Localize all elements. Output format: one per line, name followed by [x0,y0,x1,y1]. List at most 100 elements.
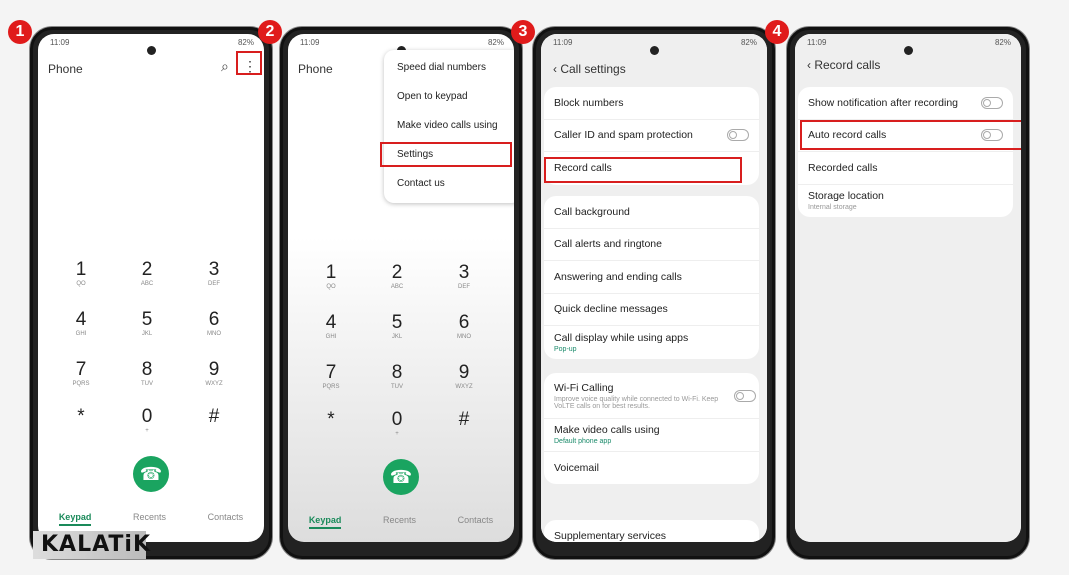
settings-row[interactable]: Voicemail [544,452,759,485]
key-0[interactable]: 0 + [127,406,167,434]
key-8[interactable]: 8 TUV [377,362,417,390]
menu-item[interactable]: Make video calls using [384,112,514,141]
key-*[interactable]: * [311,409,351,431]
row-subtitle: Internal storage [808,204,857,212]
key-digit: 0 [141,406,153,427]
bottom-tabs: Keypad Recents Contacts [38,512,264,526]
call-button[interactable]: ☎ [383,459,419,495]
key-digit: 2 [391,262,403,283]
key-2[interactable]: 2 ABC [377,262,417,290]
tab-keypad[interactable]: Keypad [308,515,342,529]
tab-keypad[interactable]: Keypad [58,512,92,526]
settings-row[interactable]: Storage location Internal storage [798,185,1013,218]
key-digit: 8 [141,359,153,380]
key-digit: 9 [208,359,220,380]
row-label: Answering and ending calls [554,270,682,283]
key-1[interactable]: 1 QO [61,259,101,287]
key-9[interactable]: 9 WXYZ [444,362,484,390]
settings-row[interactable]: Call background [544,196,759,229]
toggle-switch[interactable] [981,96,1003,109]
key-letters: JKL [141,331,153,337]
key-letters: MNO [457,334,471,340]
key-3[interactable]: 3 DEF [194,259,234,287]
key-5[interactable]: 5 JKL [377,312,417,340]
toggle-switch[interactable] [734,389,756,402]
key-letters: GHI [75,331,87,337]
tab-recents[interactable]: Recents [133,512,166,526]
settings-group: Call background Call alerts and ringtone A… [544,196,759,359]
settings-row[interactable]: Caller ID and spam protection [544,120,759,152]
kalatik-logo: KALATiK [33,531,150,559]
key-2[interactable]: 2 ABC [127,259,167,287]
phone-screen: 11:09 82% ‹ Record calls Show notification … [795,34,1021,542]
key-digit: 1 [325,262,337,283]
tab-contacts[interactable]: Contacts [208,512,244,526]
key-6[interactable]: 6 MNO [444,312,484,340]
key-digit: 7 [75,359,87,380]
key-7[interactable]: 7 PQRS [61,359,101,387]
key-digit: 3 [458,262,470,283]
key-digit: 4 [75,309,87,330]
tab-recents[interactable]: Recents [383,515,416,529]
menu-item[interactable]: Contact us [384,170,514,199]
row-text: Make video calls using Default phone app [554,424,660,445]
key-letters: WXYZ [205,381,223,387]
key-*[interactable]: * [61,406,101,428]
key-digit: 6 [208,309,220,330]
settings-row[interactable]: Call display while using apps Pop-up [544,326,759,359]
key-5[interactable]: 5 JKL [127,309,167,337]
settings-row[interactable]: Wi-Fi Calling Improve voice quality while… [544,373,759,419]
key-1[interactable]: 1 QO [311,262,351,290]
key-letters: + [145,428,149,434]
key-letters: QO [76,281,86,287]
key-letters: GHI [325,334,337,340]
settings-row[interactable]: Make video calls using Default phone app [544,419,759,452]
call-button[interactable]: ☎ [133,456,169,492]
key-4[interactable]: 4 GHI [311,312,351,340]
key-9[interactable]: 9 WXYZ [194,359,234,387]
phone-1: 11:09 82% Phone ⌕ ⋮ 1 QO 2 ABC 3 DEF 4 GHI 5 JKL 6 MNO 7 P… [30,27,272,559]
status-battery: 82% [487,38,504,47]
settings-row[interactable]: Call alerts and ringtone [544,229,759,261]
key-#[interactable]: # [194,406,234,428]
key-0[interactable]: 0 + [377,409,417,437]
settings-row[interactable]: Quick decline messages [544,294,759,326]
row-label: Make video calls using [554,424,660,437]
settings-row[interactable]: Show notification after recording [798,87,1013,120]
settings-row[interactable]: Answering and ending calls [544,261,759,294]
record-calls-page: 11:09 82% ‹ Record calls Show notification … [795,34,1021,542]
row-text: Caller ID and spam protection [554,129,693,141]
key-digit: 5 [141,309,153,330]
step-badge: 3 [511,20,535,44]
status-time: 11:09 [50,38,70,47]
key-7[interactable]: 7 PQRS [311,362,351,390]
row-label: Recorded calls [808,161,878,174]
key-6[interactable]: 6 MNO [194,309,234,337]
key-digit: * [77,406,85,427]
key-digit: 9 [458,362,470,383]
row-text: Show notification after recording [808,97,958,109]
settings-row[interactable]: Supplementary services [544,520,759,542]
settings-row[interactable]: Block numbers [544,87,759,120]
key-digit: 3 [208,259,220,280]
row-label: Voicemail [554,461,599,474]
status-battery: 82% [740,38,757,47]
key-4[interactable]: 4 GHI [61,309,101,337]
row-text: Wi-Fi Calling Improve voice quality while… [554,382,734,410]
key-digit: # [458,409,470,430]
search-icon[interactable]: ⌕ [221,58,229,75]
key-digit: 5 [391,312,403,333]
menu-item[interactable]: Open to keypad [384,83,514,112]
key-8[interactable]: 8 TUV [127,359,167,387]
highlight-box [800,120,1021,150]
key-3[interactable]: 3 DEF [444,262,484,290]
tab-contacts[interactable]: Contacts [458,515,494,529]
toggle-switch[interactable] [727,129,749,142]
row-text: Answering and ending calls [554,271,682,283]
page-title: Phone [298,62,333,76]
settings-row[interactable]: Recorded calls [798,152,1013,185]
key-#[interactable]: # [444,409,484,431]
row-text: Quick decline messages [554,303,668,315]
page-title: Record calls [814,58,881,72]
menu-item[interactable]: Speed dial numbers [384,54,514,83]
